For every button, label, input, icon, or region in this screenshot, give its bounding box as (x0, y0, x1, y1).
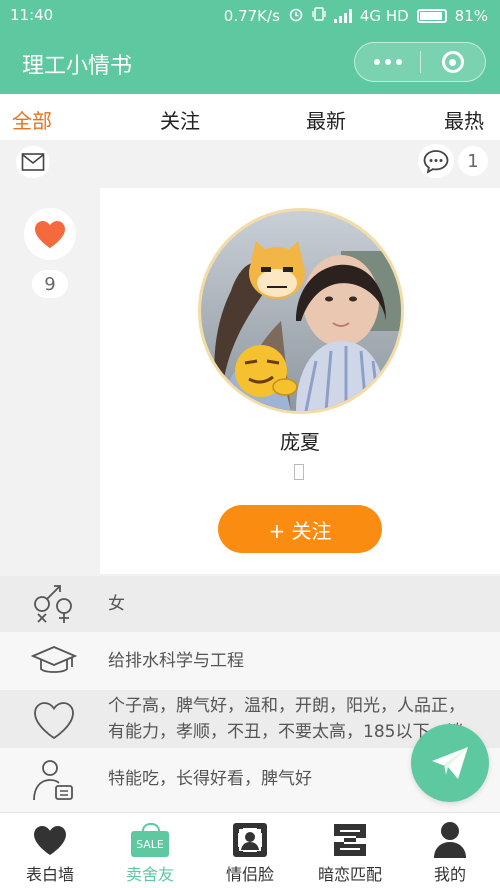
graduation-cap-icon (30, 638, 78, 686)
sale-badge: SALE (131, 823, 169, 857)
gender-symbol-icon (30, 580, 78, 628)
paper-plane-icon (432, 747, 468, 779)
category-tabs: 全部 关注 最新 最热 (0, 94, 500, 140)
nav-label: 表白墙 (25, 865, 74, 884)
signal-icon (333, 9, 352, 23)
match-icon (330, 821, 370, 859)
tab-all[interactable]: 全部 (12, 105, 52, 134)
like-count: 9 (32, 270, 68, 298)
nav-label: 情侣脸 (225, 865, 274, 884)
target-icon (441, 51, 464, 73)
profile-card: 庞夏 + 关注 (100, 188, 500, 574)
person-icon (430, 821, 470, 859)
battery-icon (416, 9, 447, 23)
more-options-button[interactable] (355, 43, 420, 81)
sale-tag-icon: SALE (130, 821, 170, 859)
person-card-icon (30, 756, 78, 804)
nav-sell-roommate[interactable]: SALE 卖舍友 (100, 813, 200, 888)
major-value: 给排水科学与工程 (108, 651, 244, 671)
follow-button[interactable]: + 关注 (218, 505, 382, 553)
profile-name: 庞夏 (280, 430, 320, 454)
title-bar: 理工小情书 (0, 30, 500, 94)
app-title: 理工小情书 (22, 54, 133, 79)
nav-profile[interactable]: 我的 (400, 813, 500, 888)
vibrate-icon (312, 6, 326, 26)
info-row-gender: 女 (0, 576, 500, 632)
tab-newest[interactable]: 最新 (306, 105, 346, 134)
status-bar: 11:40 0.77K/s 4G HD 81% (0, 0, 500, 30)
nav-couple-face[interactable]: 情侣脸 (200, 813, 300, 888)
heart-icon (30, 821, 70, 859)
heart-outline-icon (30, 696, 78, 744)
comments-button[interactable] (418, 144, 454, 178)
bottom-navigation: 表白墙 SALE 卖舍友 情侣脸 暗恋匹配 我的 (0, 812, 500, 888)
nav-confession-wall[interactable]: 表白墙 (0, 813, 100, 888)
face-scan-icon (230, 821, 270, 859)
envelope-icon (21, 153, 45, 171)
status-time: 11:40 (10, 6, 54, 24)
nav-label: 暗恋匹配 (317, 865, 382, 884)
gender-placeholder-icon (294, 464, 304, 480)
info-row-major: 给排水科学与工程 (0, 632, 500, 690)
tab-following[interactable]: 关注 (160, 105, 200, 134)
nav-crush-match[interactable]: 暗恋匹配 (300, 813, 400, 888)
nav-label: 卖舍友 (125, 865, 174, 884)
mail-button[interactable] (16, 146, 50, 178)
ideal-partner-line-1: 个子高，脾气好，温和，开朗，阳光，人品正， (108, 696, 465, 716)
action-row: 1 (0, 140, 500, 184)
nav-label: 我的 (433, 865, 466, 884)
alarm-icon (288, 6, 304, 26)
gender-value: 女 (108, 594, 125, 614)
like-button[interactable] (24, 208, 76, 260)
close-mini-program-button[interactable] (421, 43, 485, 81)
skills-value: 特能吃，长得好看，脾气好 (108, 769, 312, 789)
network-type: 4G HD (359, 7, 409, 25)
tab-hottest[interactable]: 最热 (444, 105, 484, 134)
message-count-badge: 1 (458, 146, 488, 176)
doge-sticker (249, 241, 305, 299)
mini-program-capsule (354, 42, 486, 82)
chat-bubble-icon (423, 150, 449, 174)
profile-photo[interactable] (198, 208, 404, 414)
heart-icon (35, 221, 65, 248)
network-speed: 0.77K/s (223, 7, 280, 25)
send-confession-button[interactable] (411, 724, 489, 802)
battery-level: 81% (454, 7, 488, 25)
